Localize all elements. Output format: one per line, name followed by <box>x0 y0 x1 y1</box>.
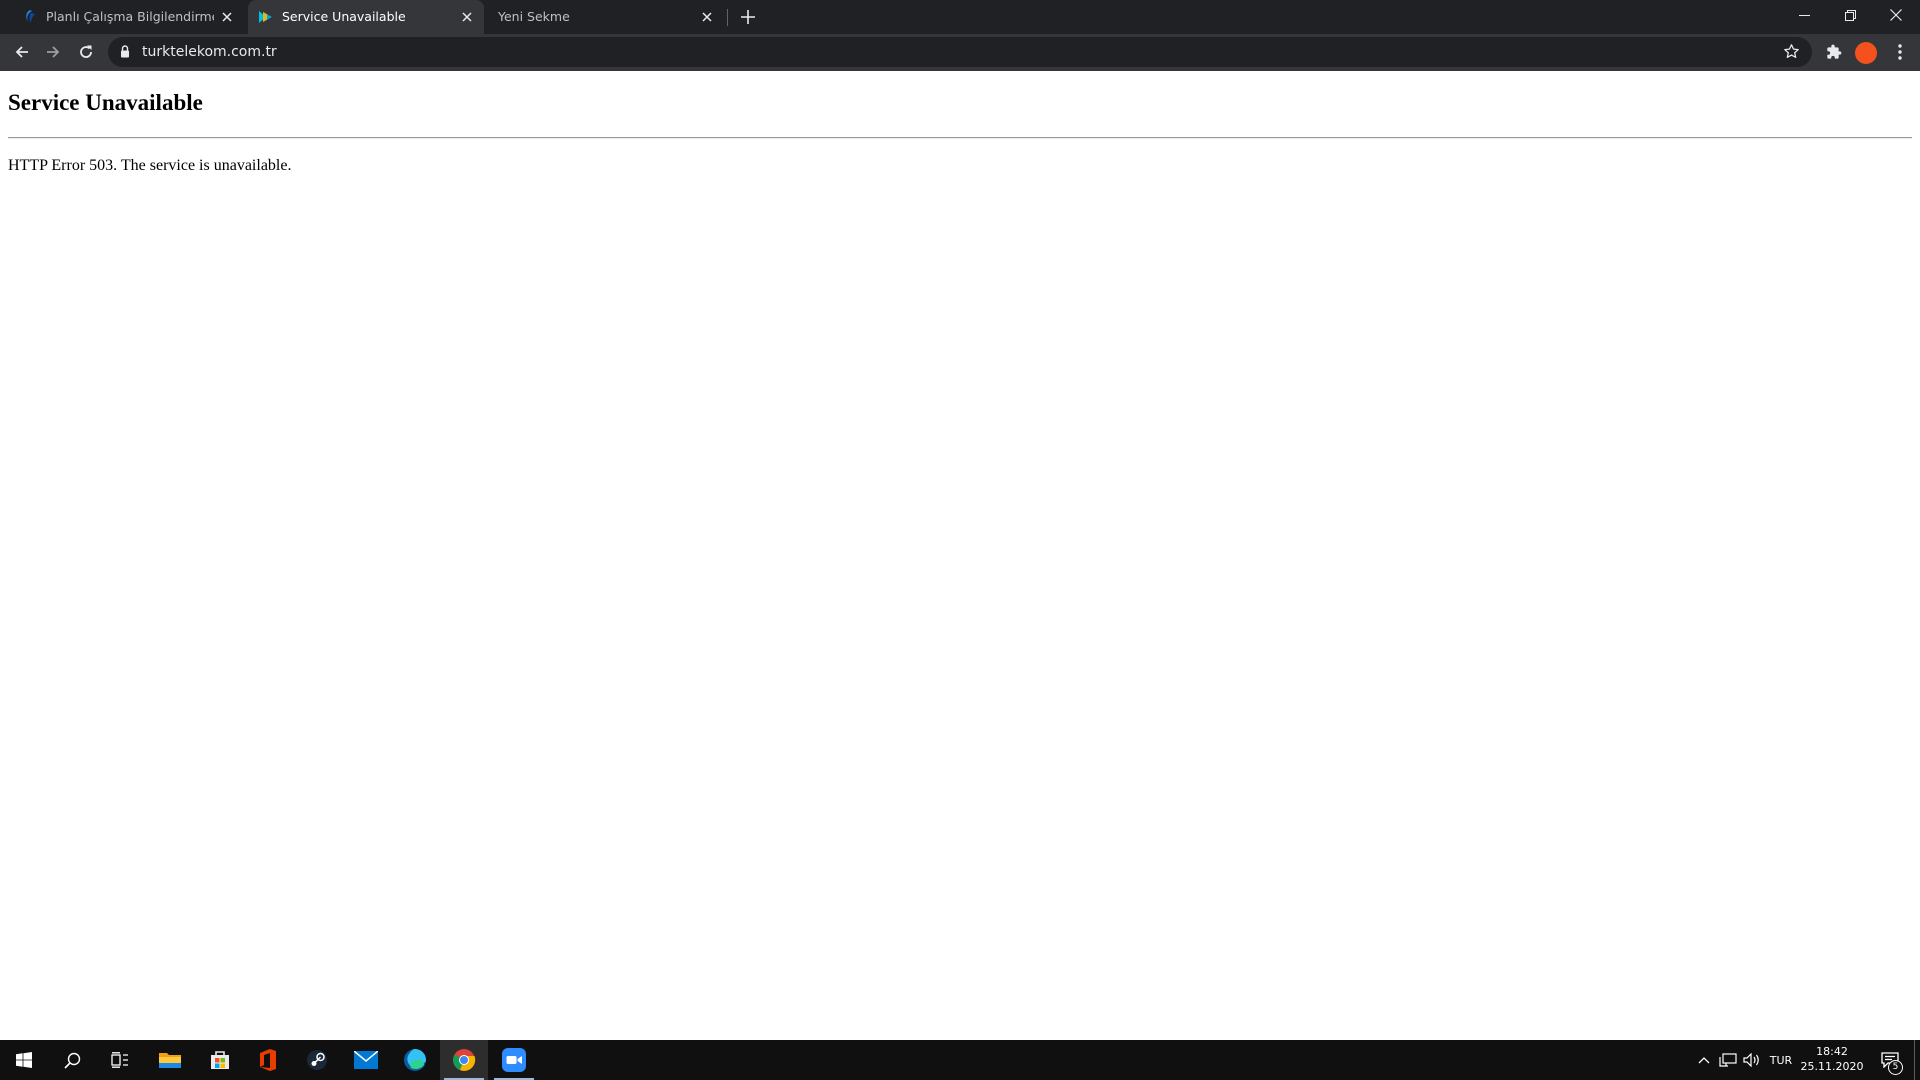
reload-icon <box>80 45 92 58</box>
puzzle-piece-icon <box>1827 44 1842 59</box>
minimize-button[interactable] <box>1781 0 1827 30</box>
error-message: HTTP Error 503. The service is unavailab… <box>8 157 292 174</box>
divider <box>8 137 1912 139</box>
office-icon <box>260 1049 276 1071</box>
restore-icon <box>1844 9 1856 21</box>
tab-service-unavailable[interactable]: Service Unavailable <box>248 0 484 34</box>
turktelekom-favicon-icon <box>26 10 35 23</box>
plus-icon <box>741 10 755 24</box>
tab-yeni-sekme[interactable]: Yeni Sekme <box>488 0 724 34</box>
clock-time: 18:42 <box>1816 1045 1848 1058</box>
close-icon <box>1890 9 1902 21</box>
mail-icon <box>354 1051 378 1069</box>
browser-window-chrome: Planlı Çalışma Bilgilendirme - TUR Servi… <box>0 0 1920 71</box>
arrow-right-icon <box>47 46 60 58</box>
lock-icon[interactable] <box>120 45 130 58</box>
reload-button[interactable] <box>72 38 100 66</box>
tab-strip: Planlı Çalışma Bilgilendirme - TUR Servi… <box>0 0 1920 34</box>
search-icon <box>63 1052 80 1069</box>
tab-separator <box>727 9 728 26</box>
start-button[interactable] <box>0 1040 48 1080</box>
windows-taskbar: TUR 18:42 25.11.2020 5 <box>0 1040 1920 1080</box>
mail-button[interactable] <box>342 1040 390 1080</box>
tab-planli-calisma[interactable]: Planlı Çalışma Bilgilendirme - TUR <box>12 0 244 34</box>
play-arrow-favicon-icon <box>259 11 272 23</box>
clock-date: 25.11.2020 <box>1800 1060 1864 1073</box>
profile-avatar[interactable] <box>1855 42 1877 64</box>
chrome-button[interactable] <box>440 1040 488 1080</box>
page-heading: Service Unavailable <box>8 90 203 115</box>
extensions-button[interactable] <box>1820 38 1848 66</box>
show-desktop-button[interactable] <box>1914 1040 1915 1080</box>
file-explorer-button[interactable] <box>146 1040 194 1080</box>
task-view-button[interactable] <box>96 1040 144 1080</box>
steam-icon <box>307 1050 327 1070</box>
edge-icon <box>404 1049 426 1071</box>
page-content: Service Unavailable HTTP Error 503. The … <box>0 71 1920 1040</box>
tab-title: Yeni Sekme <box>498 9 570 24</box>
tab-close-icon[interactable] <box>458 8 476 26</box>
system-clock[interactable]: 18:42 25.11.2020 <box>1796 1044 1868 1074</box>
url-text[interactable]: turktelekom.com.tr <box>142 44 277 60</box>
zoom-button[interactable] <box>490 1040 538 1080</box>
microsoft-store-button[interactable] <box>196 1040 244 1080</box>
search-button[interactable] <box>48 1040 96 1080</box>
bookmark-star-icon[interactable] <box>1783 43 1800 60</box>
speaker-icon <box>1743 1053 1759 1067</box>
zoom-icon <box>502 1048 526 1072</box>
minimize-icon <box>1798 14 1810 16</box>
browser-toolbar: turktelekom.com.tr <box>0 34 1920 71</box>
tab-close-icon[interactable] <box>698 8 716 26</box>
new-tab-button[interactable] <box>736 5 760 29</box>
network-button[interactable] <box>1716 1040 1740 1080</box>
microsoft-store-icon <box>211 1051 229 1069</box>
arrow-left-icon <box>15 46 28 58</box>
notification-count-badge: 5 <box>1888 1060 1903 1075</box>
browser-menu-button[interactable] <box>1886 38 1914 66</box>
edge-button[interactable] <box>391 1040 439 1080</box>
chevron-up-icon <box>1698 1057 1710 1064</box>
show-hidden-icons-button[interactable] <box>1694 1040 1714 1080</box>
network-icon <box>1719 1053 1737 1067</box>
file-explorer-icon <box>159 1053 181 1068</box>
close-window-button[interactable] <box>1873 0 1919 30</box>
tab-title: Planlı Çalışma Bilgilendirme - TUR <box>46 9 214 24</box>
office-button[interactable] <box>244 1040 292 1080</box>
action-center-button[interactable] <box>1872 1040 1908 1080</box>
steam-button[interactable] <box>293 1040 341 1080</box>
forward-button[interactable] <box>39 38 67 66</box>
chrome-icon <box>453 1049 476 1071</box>
windows-start-icon <box>16 1052 32 1068</box>
tab-title: Service Unavailable <box>282 9 406 24</box>
back-button[interactable] <box>8 38 36 66</box>
address-bar[interactable]: turktelekom.com.tr <box>108 37 1812 67</box>
input-language[interactable]: TUR <box>1766 1040 1796 1080</box>
volume-button[interactable] <box>1740 1040 1764 1080</box>
task-view-icon <box>111 1052 128 1068</box>
restore-button[interactable] <box>1827 0 1873 30</box>
vertical-dots-icon <box>1898 44 1902 60</box>
tab-close-icon[interactable] <box>218 8 236 26</box>
